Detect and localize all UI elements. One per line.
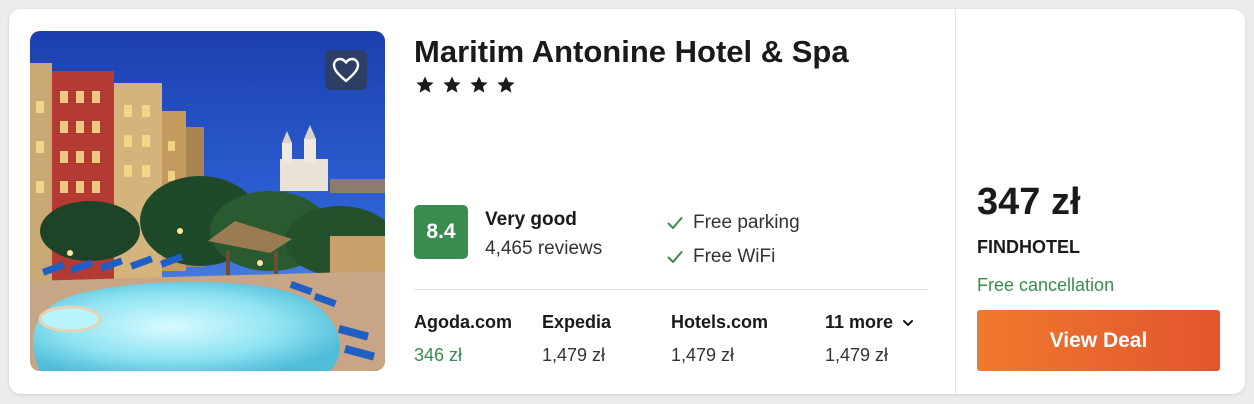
view-deal-button[interactable]: View Deal <box>977 310 1220 371</box>
hotel-result-card[interactable]: Maritim Antonine Hotel & Spa 8.4 Very go… <box>9 9 1245 394</box>
provider-price: 1,479 zł <box>542 345 606 365</box>
provider-price: 346 zł <box>414 345 463 365</box>
hotel-name[interactable]: Maritim Antonine Hotel & Spa <box>414 34 849 70</box>
hotel-photo[interactable] <box>30 31 385 371</box>
amenity-label: Free parking <box>693 212 800 233</box>
more-providers[interactable]: 11 more 1,479 zł <box>825 312 915 366</box>
provider-name: Expedia <box>542 312 612 332</box>
more-providers-label: 11 more <box>825 312 894 332</box>
amenity-free-parking: Free parking <box>666 212 800 234</box>
star-rating <box>415 75 516 95</box>
provider-agoda[interactable]: Agoda.com 346 zł <box>414 312 512 366</box>
star-icon <box>470 76 488 93</box>
chevron-down-icon <box>903 319 914 326</box>
column-divider <box>955 9 956 394</box>
deal-seller: FINDHOTEL <box>977 237 1080 257</box>
star-icon <box>497 76 515 93</box>
check-icon <box>667 251 683 263</box>
provider-hotels-com[interactable]: Hotels.com 1,479 zł <box>671 312 768 366</box>
review-count[interactable]: 4,465 reviews <box>485 238 602 260</box>
deal-price: 347 zł <box>977 181 1081 223</box>
provider-expedia[interactable]: Expedia 1,479 zł <box>542 312 611 366</box>
amenity-free-wifi: Free WiFi <box>666 246 775 268</box>
star-icon <box>443 76 461 93</box>
rating-score-badge: 8.4 <box>414 205 468 259</box>
favorite-button[interactable] <box>325 50 367 90</box>
heart-icon <box>332 57 360 83</box>
more-providers-price: 1,479 zł <box>825 345 889 365</box>
divider <box>414 289 928 290</box>
rating-label: Very good <box>485 209 577 230</box>
amenity-label: Free WiFi <box>693 246 776 267</box>
star-icon <box>416 76 434 93</box>
provider-name: Hotels.com <box>671 312 769 332</box>
provider-name: Agoda.com <box>414 312 513 332</box>
provider-price: 1,479 zł <box>671 345 735 365</box>
check-icon <box>667 217 683 229</box>
free-cancellation-label: Free cancellation <box>977 275 1115 295</box>
more-providers-button[interactable]: 11 more <box>825 312 915 333</box>
